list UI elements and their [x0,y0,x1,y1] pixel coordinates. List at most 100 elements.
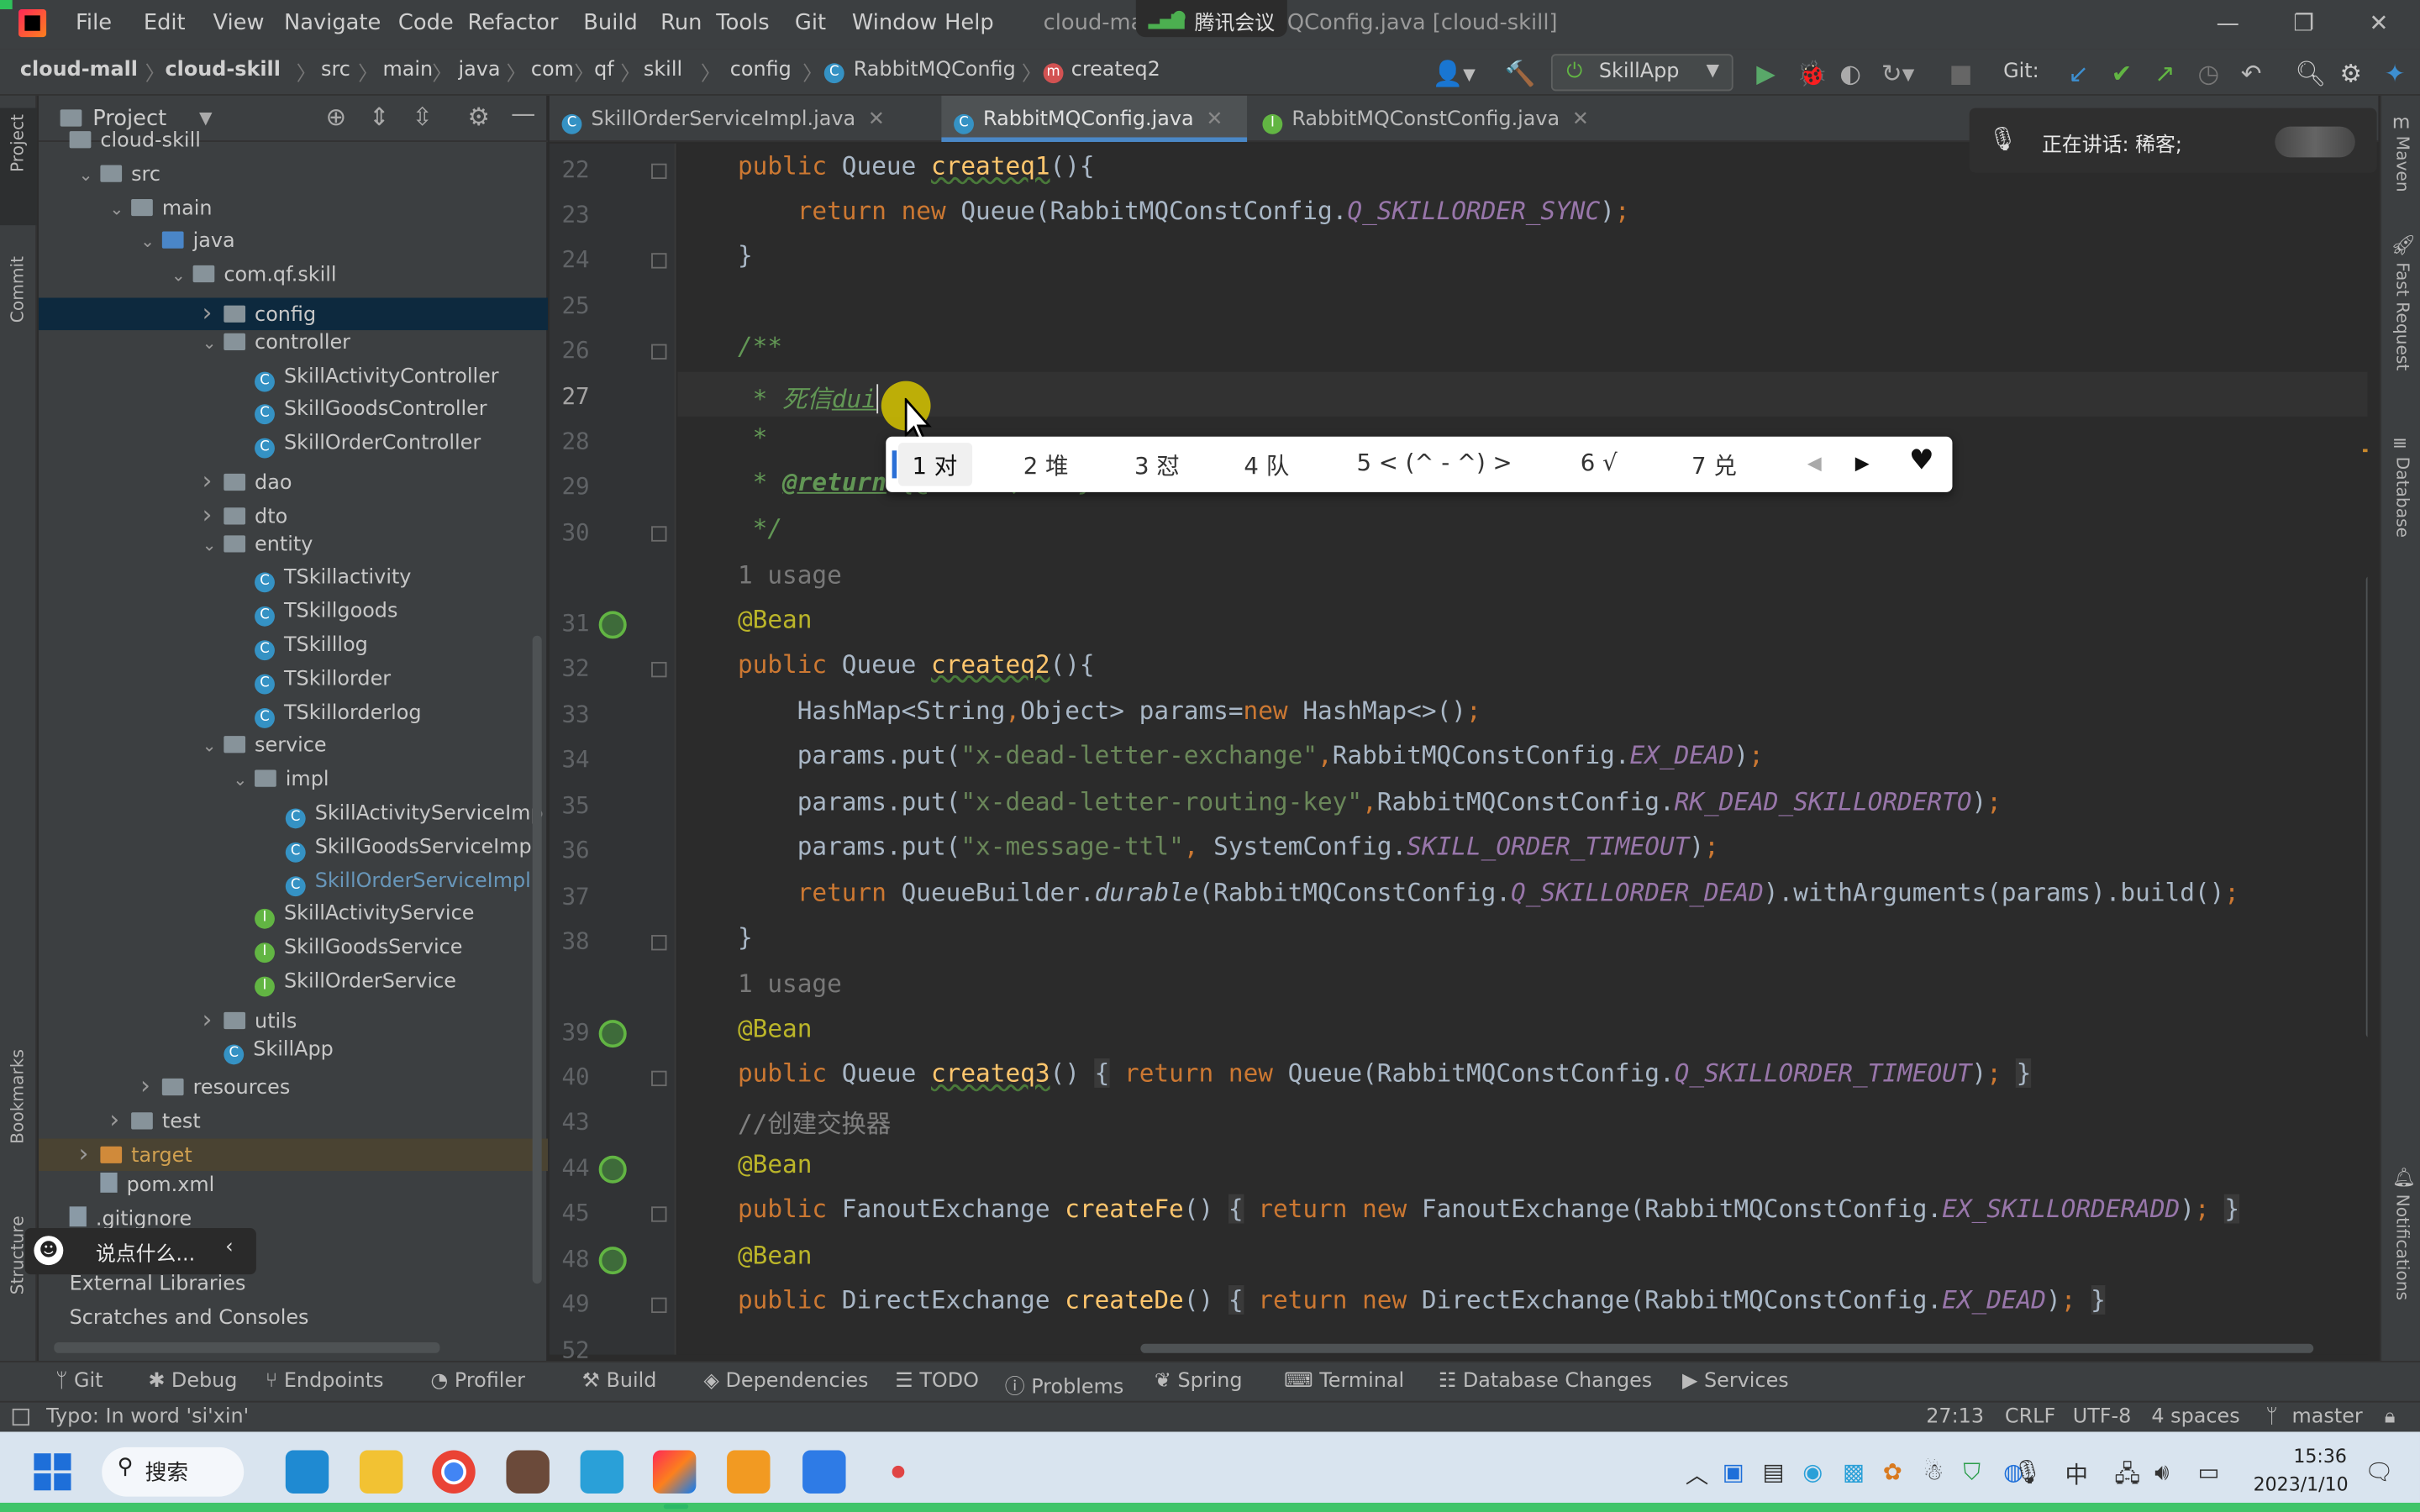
tool-database-changes[interactable]: ☷ Database Changes [1439,1370,1652,1394]
fold-toggle-icon[interactable] [651,526,667,542]
collapse-all-icon[interactable]: ⇳ [412,102,433,131]
taskbar-search[interactable]: ⚲ 搜索 [102,1446,245,1497]
code-editor[interactable]: public Queue createq1(){ return new Queu… [677,143,2368,1355]
tree-item[interactable]: › dto [39,500,548,533]
tool-fast-request[interactable]: Fast Request [2392,262,2412,370]
breadcrumb-com[interactable]: com [531,59,574,82]
tray-app-icon[interactable]: ✿ [1883,1458,1902,1486]
tree-item[interactable]: › test [39,1105,548,1137]
breadcrumb-rabbitmqconfig[interactable]: RabbitMQConfig [854,59,1016,82]
menu-tools[interactable]: Tools [716,11,769,35]
bean-gutter-icon[interactable] [598,1155,627,1184]
tree-item[interactable]: ⌄ com.qf.skill [39,264,548,297]
run-configuration-selector[interactable]: ⏻ SkillApp ▼ [1550,54,1733,92]
tree-item[interactable]: ⌄ java [39,230,548,263]
chevron-down-icon[interactable]: ⌄ [79,165,101,185]
rollback-icon[interactable]: ↶ [2241,59,2262,88]
tree-item[interactable]: › dao [39,466,548,499]
volume-icon[interactable]: 🔊︎ [2154,1458,2169,1486]
tool-debug[interactable]: ✱ Debug [148,1370,237,1394]
menu-refactor[interactable]: Refactor [468,11,559,35]
fold-toggle-icon[interactable] [651,1070,667,1087]
tool-endpoints[interactable]: ⑂ Endpoints [266,1370,384,1394]
tree-item[interactable]: Scratches and Consoles [39,1307,548,1340]
close-icon[interactable]: ✕ [2369,9,2388,37]
sublime-icon[interactable] [727,1450,771,1494]
tree-item[interactable]: ⌄ controller [39,332,548,365]
menu-edit[interactable]: Edit [144,11,186,35]
warning-marker[interactable] [2363,449,2368,453]
git-update-icon[interactable]: ↙ [2068,59,2089,88]
tool-commit[interactable]: Commit [8,256,28,323]
chevron-right-icon[interactable]: › [140,1071,162,1100]
chevron-down-icon[interactable]: ⌄ [203,333,224,353]
menu-navigate[interactable]: Navigate [284,11,381,35]
notification-center-icon[interactable]: 🗨︎ [2365,1458,2394,1486]
tool-dependencies[interactable]: ◈ Dependencies [704,1370,869,1394]
battery-icon[interactable]: ▭ [2198,1458,2220,1486]
settings-gear-icon[interactable]: ⚙ [2339,59,2361,88]
tree-item[interactable]: ⌄ src [39,163,548,196]
breadcrumb-src[interactable]: src [321,59,350,82]
menu-window[interactable]: Window [852,11,937,35]
git-commit-icon[interactable]: ✔ [2112,59,2133,88]
tree-item[interactable]: ⌄ impl [39,769,548,801]
tree-item[interactable]: C SkillApp [39,1037,548,1070]
breadcrumb-java[interactable]: java [459,59,501,82]
ime-candidate[interactable]: 3 怼 [1134,449,1180,481]
chevron-right-icon[interactable]: › [203,297,224,327]
tab-rabbitmqconstconfig[interactable]: I RabbitMQConstConfig.java ✕ [1250,96,1621,142]
tray-app-icon[interactable]: ☃ [1923,1458,1944,1486]
chevron-right-icon[interactable]: › [203,1004,224,1033]
plugin-icon[interactable]: ✦ [2385,59,2406,88]
tray-app-icon[interactable]: ◉ [1802,1458,1823,1486]
tool-build[interactable]: ⚒ Build [581,1370,656,1394]
tool-maven[interactable]: Maven [2392,136,2412,192]
ime-language[interactable]: 中 [2065,1458,2089,1491]
user-icon[interactable]: 👤▾ [1432,59,1475,88]
fold-toggle-icon[interactable] [651,253,667,269]
emoji-icon[interactable]: ☻ [34,1236,64,1266]
chevron-down-icon[interactable]: ⌄ [203,737,224,757]
tool-terminal[interactable]: ⌨ Terminal [1284,1370,1404,1394]
run-icon[interactable]: ▶ [1756,59,1776,88]
lock-icon[interactable]: 🔒︎ [2385,1405,2396,1429]
app-avatar-icon[interactable] [506,1450,550,1494]
project-panel-title[interactable]: Project [92,107,166,131]
fold-toggle-icon[interactable] [651,163,667,180]
menu-file[interactable]: File [76,11,112,35]
tab-skillorderserviceimpl[interactable]: C SkillOrderServiceImpl.java ✕ [550,96,939,142]
status-square-icon[interactable] [12,1408,29,1426]
chevron-right-icon[interactable]: › [79,1139,101,1168]
tree-item[interactable]: pom.xml [39,1172,548,1205]
tree-item[interactable]: › target [38,1138,549,1172]
tree-item[interactable]: C SkillOrderController [39,433,548,465]
tree-item[interactable]: I SkillActivityService [39,903,548,936]
tree-item[interactable]: C TSkillorder [39,668,548,701]
ime-prev-page-icon[interactable]: ◀ [1807,452,1822,474]
tool-todo[interactable]: ☰ TODO [895,1370,979,1394]
status-message[interactable]: Typo: In word 'si'xin' [46,1405,249,1429]
windows-start-icon[interactable] [34,1453,71,1491]
stop-icon[interactable]: ■ [1949,59,1973,88]
tree-item[interactable]: C SkillGoodsController [39,399,548,432]
profile-icon[interactable]: ↻▾ [1881,59,1914,88]
debug-icon[interactable]: 🐞 [1797,59,1828,88]
ime-candidate[interactable]: 7 兑 [1691,449,1737,481]
file-explorer-icon[interactable] [359,1450,403,1494]
tool-problems[interactable]: ⓘ Problems [1005,1370,1124,1399]
tab-rabbitmqconfig[interactable]: C RabbitMQConfig.java ✕ [941,95,1248,142]
menu-run[interactable]: Run [660,11,702,35]
tray-app-icon[interactable]: ▣ [1723,1458,1744,1486]
line-separator[interactable]: CRLF [2005,1405,2055,1429]
chevron-right-icon[interactable]: › [109,1105,131,1134]
build-hammer-icon[interactable]: 🔨 [1505,59,1536,88]
ime-candidate[interactable]: 1 对 [913,449,958,481]
tool-notifications[interactable]: Notifications [2392,1194,2412,1300]
menu-code[interactable]: Code [398,11,454,35]
tree-item[interactable]: C SkillOrderServiceImpl [39,869,548,902]
meeting-indicator[interactable]: ▂▄▆ 腾讯会议 [1135,0,1287,38]
menu-view[interactable]: View [213,11,264,35]
minimize-icon[interactable]: — [2217,9,2240,37]
meeting-chat-bubble[interactable]: ☻ 说点什么... ‹ [24,1228,256,1275]
